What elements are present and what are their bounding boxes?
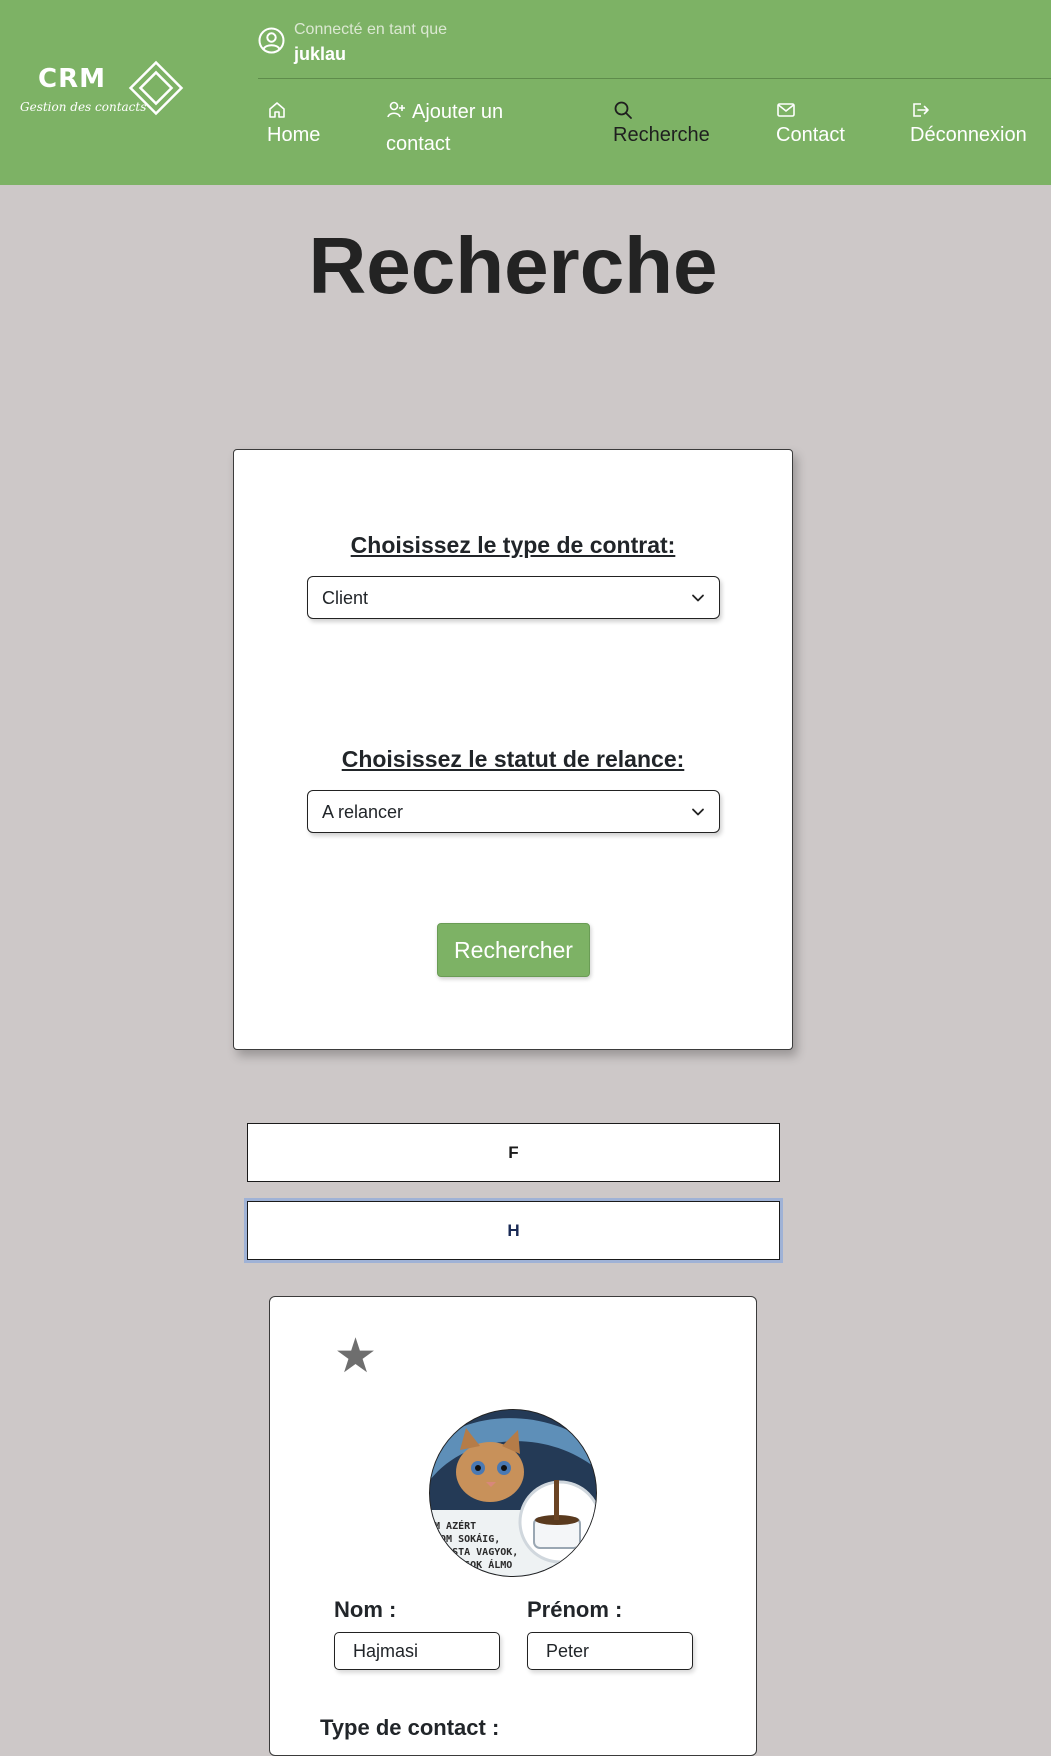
nav-home-label: Home — [267, 124, 321, 146]
header-divider — [258, 78, 1051, 79]
contract-type-select[interactable]: Client — [307, 576, 720, 619]
chevron-down-icon — [692, 594, 704, 602]
chevron-down-icon — [692, 808, 704, 816]
filter-h-button[interactable]: H — [244, 1198, 783, 1263]
contract-type-label: Choisissez le type de contrat: — [350, 532, 676, 558]
followup-status-select[interactable]: A relancer — [307, 790, 720, 833]
search-icon — [614, 101, 632, 119]
page-title: Recherche — [308, 221, 718, 310]
nav-logout[interactable]: Déconnexion — [910, 100, 1027, 150]
followup-status-value: A relancer — [322, 802, 404, 822]
nav-contact-label: Contact — [776, 124, 845, 146]
envelope-icon — [777, 103, 795, 117]
search-form-card: Choisissez le type de contrat: Client Ch… — [233, 449, 793, 1050]
star-icon[interactable]: ★ — [334, 1333, 377, 1381]
user-circle-icon — [258, 27, 285, 54]
nom-field[interactable] — [334, 1632, 500, 1670]
logo-title: CRM — [38, 64, 106, 94]
contact-type-label: Type de contact : — [320, 1715, 500, 1740]
logged-in-caption: Connecté en tant que — [294, 21, 448, 38]
avatar-caption-text: EM AZÉRT EZOM SOKÁIG, T LUSTA VAGYOK, ME… — [429, 1521, 519, 1571]
contract-type-value: Client — [322, 588, 369, 608]
prenom-field[interactable] — [527, 1632, 693, 1670]
diamond-logo-icon — [128, 60, 184, 116]
search-submit-button[interactable]: Rechercher — [437, 923, 590, 977]
nav-add-contact[interactable]: Ajouter un contact — [386, 97, 503, 159]
crm-logo[interactable]: CRM Gestion des contacts — [18, 58, 188, 128]
followup-status-label: Choisissez le statut de relance: — [341, 746, 685, 772]
nav-logout-label: Déconnexion — [910, 124, 1027, 146]
top-navbar: CRM Gestion des contacts Connecté en tan… — [0, 0, 1051, 185]
username: juklau — [294, 44, 347, 64]
nav-add-contact-line1: Ajouter un — [412, 101, 504, 123]
home-icon — [269, 102, 285, 118]
logout-icon — [913, 103, 929, 117]
nom-label: Nom : — [334, 1597, 397, 1622]
contact-card: ★ EM AZÉRT EZOM SOKÁIG, T LUSTA VAGYOK, … — [269, 1296, 757, 1756]
user-plus-icon — [386, 99, 406, 129]
nav-add-contact-line2: contact — [386, 133, 451, 155]
nav-home[interactable]: Home — [267, 100, 320, 150]
prenom-label: Prénom : — [527, 1597, 623, 1622]
nav-search[interactable]: Recherche — [613, 100, 710, 150]
nav-search-label: Recherche — [613, 124, 710, 146]
contact-avatar: EM AZÉRT EZOM SOKÁIG, T LUSTA VAGYOK, ME… — [429, 1409, 597, 1577]
filter-f-button[interactable]: F — [247, 1123, 780, 1182]
nav-contact[interactable]: Contact — [776, 100, 845, 150]
